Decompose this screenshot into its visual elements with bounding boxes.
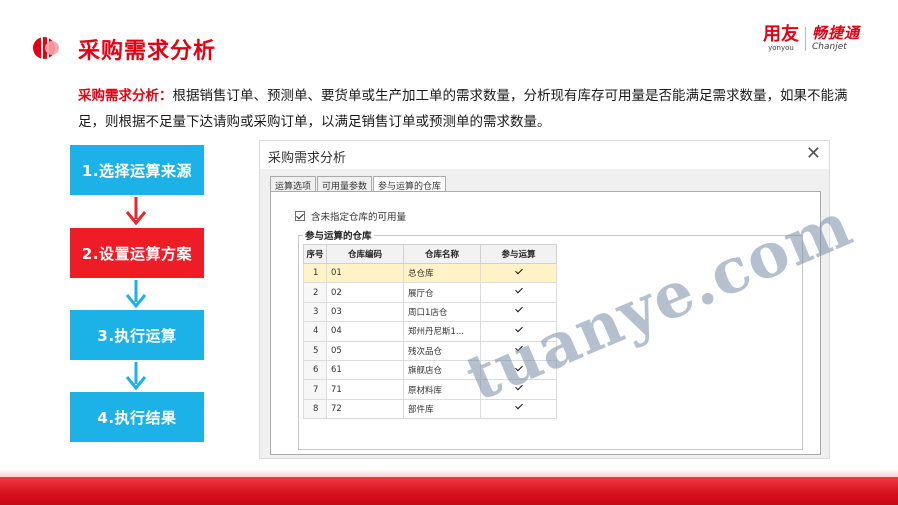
include-unassigned-checkbox[interactable]: 含未指定仓库的可用量: [295, 209, 406, 223]
chanjet-logo: 畅捷通 Chanjet: [812, 25, 860, 53]
row-no: 8: [303, 398, 327, 420]
brand-logo: 用友 yonyou 畅捷通 Chanjet: [763, 22, 860, 56]
row-no: 7: [303, 379, 327, 400]
footer-fade: [0, 469, 898, 477]
step-4: 4.执行结果: [70, 392, 204, 442]
row-no: 6: [303, 359, 327, 381]
footer-band: [0, 477, 898, 505]
warehouse-name: 郑州丹尼斯1...: [403, 321, 481, 342]
warehouse-name: 原材料库: [403, 379, 481, 400]
participate-cell[interactable]: [480, 262, 557, 284]
row-no: 3: [303, 301, 327, 323]
warehouse-code: 01: [326, 262, 404, 284]
warehouse-code: 72: [326, 398, 404, 420]
column-header[interactable]: 参与运算: [480, 244, 557, 264]
row-no: 1: [303, 262, 327, 284]
dialog-title: 采购需求分析: [268, 151, 347, 166]
warehouse-code: 05: [326, 340, 404, 361]
tab-calc-options[interactable]: 运算选项: [270, 176, 317, 192]
warehouse-code: 03: [326, 301, 404, 323]
group-title: 参与运算的仓库: [303, 228, 374, 242]
description-body: 根据销售订单、预测单、要货单或生产加工单的需求数量，分析现有库存可用量是否能满足…: [78, 88, 848, 130]
product-en: Chanjet: [811, 42, 847, 52]
slide-title: 采购需求分析: [78, 39, 217, 64]
warehouse-code: 02: [326, 282, 404, 303]
slide-logo-icon: [33, 36, 59, 60]
step-1: 1.选择运算来源: [70, 145, 204, 195]
table-row[interactable]: 2 02 展厅仓: [303, 282, 557, 303]
checkmark-icon[interactable]: [515, 268, 523, 276]
warehouse-name: 展厅仓: [403, 282, 481, 303]
step-2: 2.设置运算方案: [70, 228, 204, 278]
product-cn: 畅捷通: [811, 24, 860, 42]
checkmark-icon[interactable]: [515, 403, 523, 411]
column-header[interactable]: 仓库编码: [326, 244, 404, 264]
warehouse-name: 部件库: [403, 398, 481, 420]
yonyou-logo: 用友 yonyou: [762, 23, 799, 53]
close-icon[interactable]: ✕: [806, 143, 821, 164]
brand-en: yonyou: [768, 43, 794, 52]
dialog-titlebar: 采购需求分析 ✕: [260, 141, 829, 169]
step-3: 3.执行运算: [70, 310, 204, 360]
arrow-down-icon: [125, 362, 147, 391]
description-lead: 采购需求分析：: [78, 88, 173, 104]
checkmark-icon[interactable]: [515, 306, 523, 314]
brand-divider: [804, 27, 806, 51]
row-no: 5: [303, 340, 327, 361]
column-header[interactable]: 序号: [303, 244, 327, 264]
participate-cell[interactable]: [480, 282, 557, 303]
tab-available-params[interactable]: 可用量参数: [317, 176, 373, 192]
warehouse-name: 周口1店仓: [403, 301, 481, 323]
checkmark-icon[interactable]: [515, 287, 523, 295]
brand-cn: 用友: [762, 23, 799, 45]
dialog-tabs: 运算选项 可用量参数 参与运算的仓库: [270, 176, 447, 193]
arrow-down-icon: [125, 280, 147, 309]
checkbox-label: 含未指定仓库的可用量: [311, 212, 407, 223]
checkbox-checked-icon[interactable]: [295, 211, 305, 221]
warehouse-code: 04: [326, 321, 404, 342]
warehouse-code: 61: [326, 359, 404, 381]
table-header-row: 序号 仓库编码 仓库名称 参与运算: [303, 244, 557, 264]
row-no: 4: [303, 321, 327, 342]
warehouse-code: 71: [326, 379, 404, 400]
column-header[interactable]: 仓库名称: [403, 244, 481, 264]
description: 采购需求分析：根据销售订单、预测单、要货单或生产加工单的需求数量，分析现有库存可…: [78, 83, 873, 135]
arrow-down-icon: [125, 197, 147, 226]
warehouse-name: 总仓库: [403, 262, 481, 284]
table-row[interactable]: 3 03 周口1店仓: [303, 301, 557, 323]
row-no: 2: [303, 282, 327, 303]
table-row[interactable]: 8 72 部件库: [303, 398, 557, 420]
table-row[interactable]: 1 01 总仓库: [303, 262, 557, 284]
